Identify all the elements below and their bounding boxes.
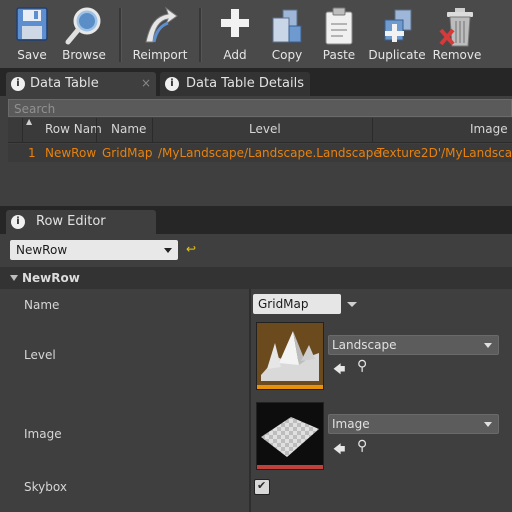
- column-header-name[interactable]: Name: [111, 122, 146, 136]
- reimport-button[interactable]: Reimport: [130, 0, 190, 68]
- copy-icon: [272, 9, 302, 43]
- name-property-label: Name: [24, 298, 60, 312]
- duplicate-button[interactable]: Duplicate: [368, 0, 426, 68]
- landscape-thumbnail-icon: [257, 323, 323, 385]
- plus-icon: [221, 9, 249, 37]
- checkmark-icon: ✔: [257, 479, 267, 492]
- skybox-checkbox[interactable]: ✔: [254, 479, 270, 495]
- toolbar-separator: [119, 8, 122, 62]
- tab-row-editor-label: Row Editor: [36, 214, 106, 229]
- row-name-cell: NewRow: [45, 146, 97, 160]
- level-asset-thumbnail[interactable]: [256, 322, 324, 390]
- browse-button[interactable]: Browse: [58, 0, 110, 68]
- tab-data-table[interactable]: i Data Table ×: [6, 72, 156, 96]
- column-header-level[interactable]: Level: [249, 122, 281, 136]
- column-header-row-name[interactable]: Row Nam: [45, 122, 102, 136]
- checker-plane-thumbnail-icon: [257, 403, 323, 465]
- document-tab-strip: i Data Table × i Data Table Details: [0, 68, 512, 96]
- image-cell: Texture2D'/MyLandscape: [377, 146, 512, 160]
- add-button[interactable]: Add: [212, 0, 258, 68]
- info-icon: i: [165, 77, 179, 91]
- name-value-dropdown[interactable]: GridMap: [253, 294, 341, 314]
- info-icon: i: [11, 215, 25, 229]
- asset-type-color-bar: [257, 465, 323, 469]
- paste-label: Paste: [322, 48, 356, 62]
- image-asset-name: Image: [332, 417, 370, 431]
- chevron-down-icon: [164, 248, 172, 253]
- property-column-divider[interactable]: [249, 289, 251, 512]
- tab-data-table-details[interactable]: i Data Table Details: [160, 72, 310, 96]
- duplicate-icon: [384, 9, 412, 42]
- data-table-panel: Search ▲ Row Nam Name Level Image 1 NewR…: [0, 96, 512, 206]
- chevron-down-icon[interactable]: [347, 302, 357, 307]
- save-button[interactable]: Save: [6, 0, 58, 68]
- add-label: Add: [223, 48, 247, 62]
- search-placeholder: Search: [14, 102, 56, 116]
- column-divider: [372, 118, 373, 142]
- column-divider: [22, 118, 23, 142]
- copy-label: Copy: [271, 48, 303, 62]
- level-asset-picker[interactable]: Landscape: [328, 335, 499, 355]
- reset-arrow-icon[interactable]: ↩: [186, 242, 196, 256]
- tab-data-table-details-label: Data Table Details: [186, 76, 304, 91]
- use-selected-arrow-icon[interactable]: 🡄: [333, 440, 347, 456]
- row-index: 1: [28, 146, 36, 160]
- sort-ascending-icon: ▲: [26, 117, 33, 126]
- reimport-icon: [145, 6, 178, 43]
- name-cell: GridMap: [102, 146, 153, 160]
- name-value: GridMap: [258, 297, 309, 311]
- image-asset-thumbnail[interactable]: [256, 402, 324, 470]
- save-label: Save: [17, 48, 47, 62]
- row-selector-dropdown[interactable]: NewRow: [10, 240, 178, 260]
- toolbar: Save Browse Reimport Add Copy Paste Dupl…: [0, 0, 512, 68]
- table-row[interactable]: 1 NewRow GridMap /MyLandscape/Landscape.…: [8, 144, 512, 162]
- magnifier-icon: [65, 7, 101, 45]
- image-property-label: Image: [24, 427, 62, 441]
- use-selected-arrow-icon[interactable]: 🡄: [333, 360, 347, 376]
- browse-magnifier-icon[interactable]: ⚲: [357, 358, 371, 374]
- close-icon[interactable]: ×: [141, 76, 151, 90]
- duplicate-label: Duplicate: [368, 48, 426, 62]
- tab-row-editor[interactable]: i Row Editor: [6, 210, 156, 234]
- browse-magnifier-icon[interactable]: ⚲: [357, 438, 371, 454]
- search-input[interactable]: Search: [8, 99, 512, 117]
- remove-button[interactable]: Remove: [430, 0, 484, 68]
- level-property-label: Level: [24, 348, 56, 362]
- browse-label: Browse: [62, 48, 106, 62]
- table-header: ▲ Row Nam Name Level Image: [8, 117, 512, 143]
- image-asset-picker[interactable]: Image: [328, 414, 499, 434]
- trash-icon: [439, 8, 473, 47]
- remove-label: Remove: [432, 48, 482, 62]
- level-asset-name: Landscape: [332, 338, 397, 352]
- row-selector-value: NewRow: [16, 243, 68, 257]
- category-header[interactable]: NewRow: [0, 267, 512, 289]
- chevron-down-icon: [484, 343, 492, 348]
- category-label: NewRow: [22, 271, 80, 285]
- level-cell: /MyLandscape/Landscape.Landscape: [158, 146, 381, 160]
- skybox-property-label: Skybox: [24, 480, 67, 494]
- row-editor-panel: NewRow ↩ NewRow Name GridMap Level Lands…: [0, 234, 512, 512]
- chevron-down-icon: [484, 422, 492, 427]
- expand-arrow-icon: [10, 275, 18, 281]
- column-divider: [152, 118, 153, 142]
- column-header-image[interactable]: Image: [470, 122, 508, 136]
- info-icon: i: [11, 77, 25, 91]
- clipboard-icon: [325, 7, 353, 45]
- toolbar-separator: [199, 8, 202, 62]
- column-divider: [96, 118, 97, 142]
- row-editor-tab-strip: i Row Editor: [0, 206, 512, 234]
- asset-type-color-bar: [257, 385, 323, 389]
- tab-data-table-label: Data Table: [30, 76, 99, 91]
- copy-button[interactable]: Copy: [262, 0, 312, 68]
- save-icon: [16, 7, 48, 41]
- paste-button[interactable]: Paste: [314, 0, 364, 68]
- reimport-label: Reimport: [132, 48, 188, 62]
